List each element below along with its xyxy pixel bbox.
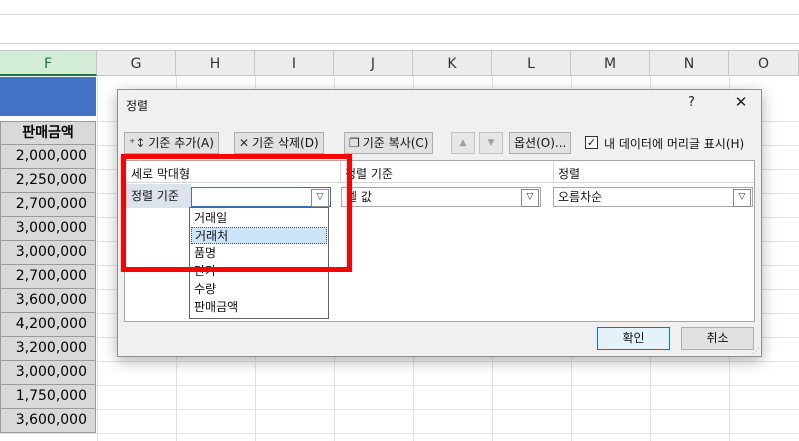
table-cell[interactable]: 3,600,000: [0, 409, 96, 433]
options-button[interactable]: 옵션(O)...: [509, 132, 572, 154]
copy-level-button[interactable]: ❐ 기준 복사(C): [344, 132, 434, 154]
grid-line: [97, 76, 98, 441]
grid-line: [0, 361, 799, 362]
column-header-l[interactable]: L: [492, 50, 571, 76]
header-cell-sales-amount[interactable]: 판매금액: [0, 121, 96, 145]
table-cell[interactable]: 3,000,000: [0, 361, 96, 385]
table-cell[interactable]: 1,750,000: [0, 385, 96, 409]
list-item[interactable]: 수량: [191, 281, 327, 298]
chevron-down-icon[interactable]: ▽: [521, 189, 539, 207]
column-header-j[interactable]: J: [334, 50, 413, 76]
help-button[interactable]: ?: [688, 95, 695, 110]
table-cell[interactable]: 2,000,000: [0, 145, 96, 169]
move-down-button[interactable]: ▼: [479, 132, 503, 154]
delete-level-label: 기준 삭제(D): [252, 136, 319, 150]
move-up-button[interactable]: ▲: [451, 132, 475, 154]
column-header-order: 정렬: [558, 167, 581, 181]
delete-level-button[interactable]: ✕ 기준 삭제(D): [234, 132, 324, 154]
column-header-i[interactable]: I: [255, 50, 334, 76]
resize-grip-icon[interactable]: ⋰: [752, 346, 762, 356]
table-cell[interactable]: 2,250,000: [0, 169, 96, 193]
column-header-m[interactable]: M: [571, 50, 650, 76]
column-header-f[interactable]: F: [0, 50, 97, 76]
order-value: 오름차순: [558, 190, 603, 204]
highlight-annotation: [121, 154, 352, 272]
column-header-g[interactable]: G: [97, 50, 176, 76]
table-cell[interactable]: 3,000,000: [0, 217, 96, 241]
copy-icon: ❐: [349, 136, 360, 150]
headers-checkbox-label: 내 데이터에 머리글 표시(H): [604, 137, 745, 151]
column-header-n[interactable]: N: [650, 50, 729, 76]
table-cell[interactable]: 3,000,000: [0, 241, 96, 265]
add-level-button[interactable]: ⁺↕ 기준 추가(A): [124, 132, 219, 154]
triangle-up-icon: ▲: [459, 138, 467, 148]
dialog-title: 정렬: [126, 99, 149, 113]
table-cell[interactable]: 2,700,000: [0, 265, 96, 289]
column-header-k[interactable]: K: [413, 50, 492, 76]
chevron-down-icon[interactable]: ▽: [733, 189, 751, 207]
table-cell[interactable]: 3,600,000: [0, 289, 96, 313]
column-header-o[interactable]: O: [729, 50, 799, 76]
ok-button[interactable]: 확인: [597, 327, 670, 350]
copy-level-label: 기준 복사(C): [362, 136, 429, 150]
delete-icon: ✕: [239, 136, 250, 150]
triangle-down-icon: ▼: [487, 138, 495, 148]
column-header-h[interactable]: H: [176, 50, 255, 76]
column-header-sort-on: 정렬 기준: [345, 167, 393, 181]
grid-line: [0, 433, 799, 434]
formula-bar-area: [0, 0, 799, 44]
add-level-icon: ⁺↕: [129, 136, 146, 150]
title-cell[interactable]: [0, 77, 96, 116]
grid-line: [0, 409, 799, 410]
cancel-button[interactable]: 취소: [681, 327, 754, 350]
sort-on-select[interactable]: 셀 값 ▽: [341, 187, 541, 207]
list-item[interactable]: 판매금액: [191, 299, 327, 316]
panel-divider: [553, 161, 554, 183]
grid-line: [0, 385, 799, 386]
table-cell[interactable]: 3,200,000: [0, 337, 96, 361]
check-icon: ✓: [586, 136, 597, 149]
table-cell[interactable]: 2,700,000: [0, 193, 96, 217]
order-select[interactable]: 오름차순 ▽: [553, 187, 753, 207]
headers-checkbox[interactable]: ✓: [585, 136, 598, 149]
table-cell[interactable]: 4,200,000: [0, 313, 96, 337]
close-button[interactable]: ✕: [730, 92, 752, 112]
add-level-label: 기준 추가(A): [148, 136, 214, 150]
